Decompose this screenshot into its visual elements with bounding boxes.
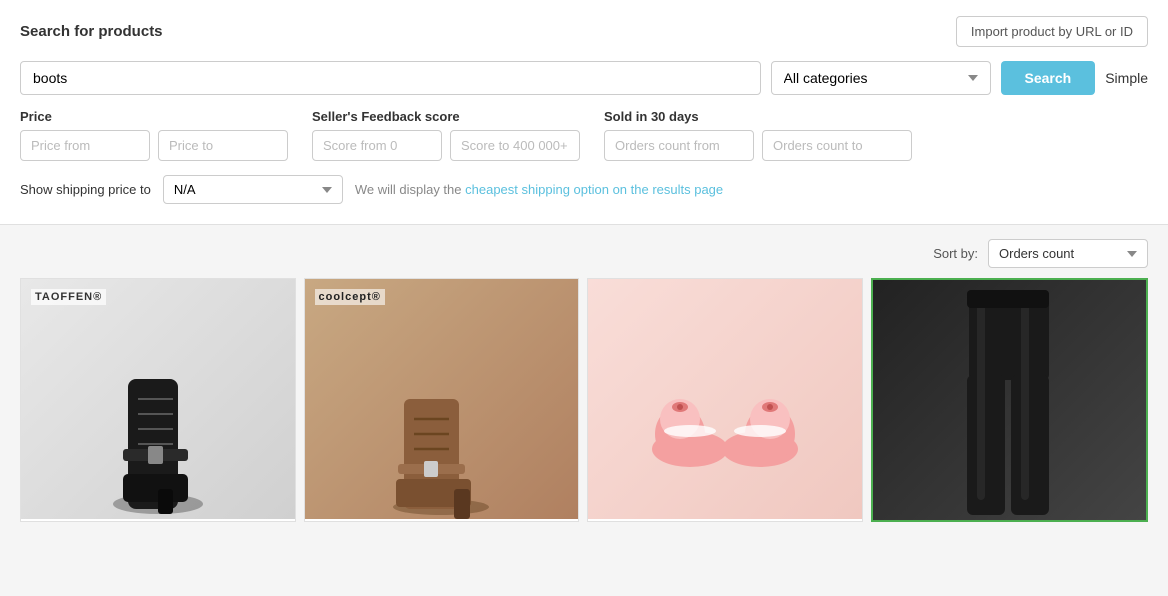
price-filter-group: Price xyxy=(20,109,288,161)
score-to-input[interactable] xyxy=(450,130,580,161)
product-image: TAOFFEN® xyxy=(21,279,295,519)
score-label: Seller's Feedback score xyxy=(312,109,580,124)
product-card[interactable] xyxy=(587,278,863,522)
category-select[interactable]: All categories Clothing Shoes Accessorie… xyxy=(771,61,991,95)
product-card[interactable]: ✓ xyxy=(871,278,1149,522)
filters-row: Price Seller's Feedback score Sold in 30… xyxy=(20,109,1148,161)
price-from-input[interactable] xyxy=(20,130,150,161)
score-from-input[interactable] xyxy=(312,130,442,161)
price-label: Price xyxy=(20,109,288,124)
sort-select[interactable]: Orders count Price Score xyxy=(988,239,1148,268)
products-grid: TAOFFEN® xyxy=(0,278,1168,522)
product-image xyxy=(873,280,1147,520)
score-filter-group: Seller's Feedback score xyxy=(312,109,580,161)
search-input[interactable] xyxy=(20,61,761,95)
product-card[interactable]: coolcept® xyxy=(304,278,580,522)
product-image xyxy=(588,279,862,519)
product-card[interactable]: TAOFFEN® xyxy=(20,278,296,522)
page-title: Search for products xyxy=(20,23,163,40)
brand-label: TAOFFEN® xyxy=(31,289,106,305)
score-inputs xyxy=(312,130,580,161)
sort-label: Sort by: xyxy=(933,246,978,261)
search-row: All categories Clothing Shoes Accessorie… xyxy=(20,61,1148,95)
shipping-info-highlight: cheapest shipping option on the results … xyxy=(465,182,723,197)
orders-to-input[interactable] xyxy=(762,130,912,161)
page-wrapper: Search for products Import product by UR… xyxy=(0,0,1168,596)
sort-bar: Sort by: Orders count Price Score xyxy=(0,225,1168,278)
price-to-input[interactable] xyxy=(158,130,288,161)
shipping-row: Show shipping price to N/A United States… xyxy=(20,175,1148,204)
product-image: coolcept® xyxy=(305,279,579,519)
price-inputs xyxy=(20,130,288,161)
search-panel: Search for products Import product by UR… xyxy=(0,0,1168,225)
orders-inputs xyxy=(604,130,912,161)
simple-link[interactable]: Simple xyxy=(1105,70,1148,86)
shipping-label: Show shipping price to xyxy=(20,182,151,197)
search-button[interactable]: Search xyxy=(1001,61,1096,95)
shipping-select[interactable]: N/A United States United Kingdom Canada … xyxy=(163,175,343,204)
shipping-info: We will display the cheapest shipping op… xyxy=(355,182,723,197)
sold-label: Sold in 30 days xyxy=(604,109,912,124)
orders-from-input[interactable] xyxy=(604,130,754,161)
sold-filter-group: Sold in 30 days xyxy=(604,109,912,161)
import-product-button[interactable]: Import product by URL or ID xyxy=(956,16,1148,47)
search-panel-header: Search for products Import product by UR… xyxy=(20,16,1148,47)
brand-label: coolcept® xyxy=(315,289,385,305)
